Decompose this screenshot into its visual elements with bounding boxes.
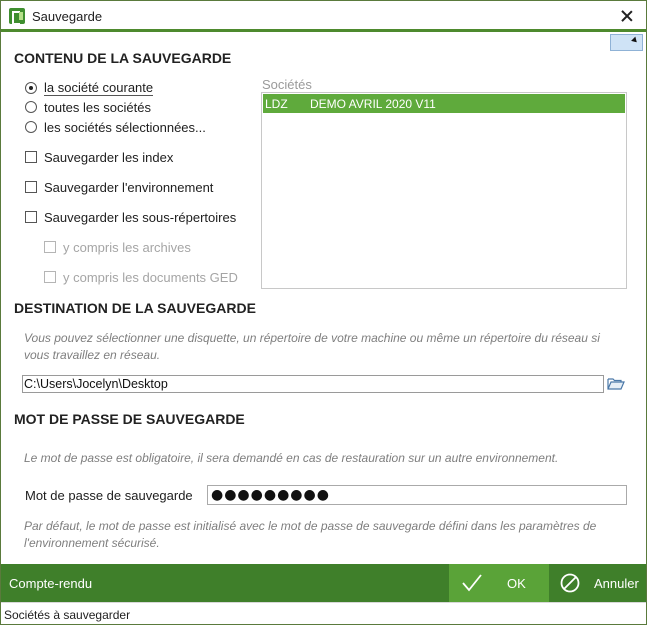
- societe-code: LDZ: [265, 97, 288, 111]
- sauvegarde-dialog: Sauvegarde CONTENU DE LA SAUVEGARDE la s…: [0, 0, 647, 625]
- radio-button[interactable]: [25, 121, 37, 133]
- status-bar: Sociétés à sauvegarder: [1, 602, 646, 624]
- password-section-title: MOT DE PASSE DE SAUVEGARDE: [14, 411, 245, 427]
- ok-button[interactable]: OK: [449, 564, 549, 602]
- contenu-section-title: CONTENU DE LA SAUVEGARDE: [14, 50, 232, 66]
- checkbox[interactable]: [25, 181, 37, 193]
- password-info: Le mot de passe est obligatoire, il sera…: [24, 451, 559, 465]
- checkbox[interactable]: [25, 211, 37, 223]
- radio-label: la société courante: [44, 80, 154, 96]
- checkbox-label: Sauvegarder les index: [44, 149, 174, 165]
- radio-label: les sociétés sélectionnées...: [44, 119, 206, 135]
- folder-open-icon[interactable]: [607, 377, 625, 390]
- radio-label: toutes les sociétés: [44, 99, 151, 115]
- status-text: Sociétés à sauvegarder: [4, 608, 131, 622]
- radio-button[interactable]: [25, 82, 37, 94]
- ok-label: OK: [507, 576, 526, 591]
- password-default-info-line2: l'environnement sécurisé.: [24, 536, 160, 550]
- checkbox[interactable]: [44, 271, 56, 283]
- cancel-label: Annuler: [594, 576, 639, 591]
- title-bar: Sauvegarde: [1, 1, 646, 32]
- societes-list[interactable]: LDZ DEMO AVRIL 2020 V11: [261, 92, 627, 289]
- check-icon: [462, 574, 482, 592]
- checkbox[interactable]: [44, 241, 56, 253]
- compte-rendu-link[interactable]: Compte-rendu: [9, 576, 92, 591]
- window-title: Sauvegarde: [32, 9, 103, 24]
- close-button[interactable]: [616, 6, 638, 26]
- checkbox-sauvegarder-sous-repertoires[interactable]: Sauvegarder les sous-répertoires: [25, 208, 236, 226]
- radio-button[interactable]: [25, 101, 37, 113]
- checkbox-label: y compris les archives: [63, 239, 191, 255]
- checkbox-label: y compris les documents GED: [63, 269, 238, 285]
- checkbox-label: Sauvegarder les sous-répertoires: [44, 209, 237, 225]
- radio-toutes-societes[interactable]: toutes les sociétés: [25, 98, 151, 116]
- panel-toggle-button[interactable]: [610, 34, 643, 51]
- destination-info-line2: vous travaillez en réseau.: [24, 348, 161, 362]
- destination-section-title: DESTINATION DE LA SAUVEGARDE: [14, 300, 256, 316]
- cancel-button[interactable]: Annuler: [549, 564, 646, 602]
- password-input[interactable]: ●●●●●●●●●: [207, 485, 627, 505]
- radio-societes-selectionnees[interactable]: les sociétés sélectionnées...: [25, 118, 206, 136]
- password-default-info-line1: Par défaut, le mot de passe est initiali…: [24, 519, 597, 533]
- app-icon: [9, 8, 25, 25]
- societes-label: Sociétés: [262, 77, 312, 92]
- checkbox-label: Sauvegarder l'environnement: [44, 179, 214, 195]
- checkbox[interactable]: [25, 151, 37, 163]
- list-item[interactable]: LDZ DEMO AVRIL 2020 V11: [263, 94, 625, 113]
- destination-info-line1: Vous pouvez sélectionner une disquette, …: [24, 331, 600, 345]
- societe-name: DEMO AVRIL 2020 V11: [310, 97, 436, 111]
- cancel-icon: [560, 573, 580, 593]
- checkbox-documents-ged[interactable]: y compris les documents GED: [44, 268, 238, 286]
- destination-path-input[interactable]: C:\Users\Jocelyn\Desktop: [22, 375, 604, 393]
- radio-societe-courante[interactable]: la société courante: [25, 79, 154, 97]
- footer-bar: Compte-rendu OK Annuler: [1, 564, 646, 602]
- checkbox-sauvegarder-index[interactable]: Sauvegarder les index: [25, 148, 173, 166]
- checkbox-sauvegarder-environnement[interactable]: Sauvegarder l'environnement: [25, 178, 213, 196]
- checkbox-archives[interactable]: y compris les archives: [44, 238, 191, 256]
- password-label: Mot de passe de sauvegarde: [25, 488, 193, 503]
